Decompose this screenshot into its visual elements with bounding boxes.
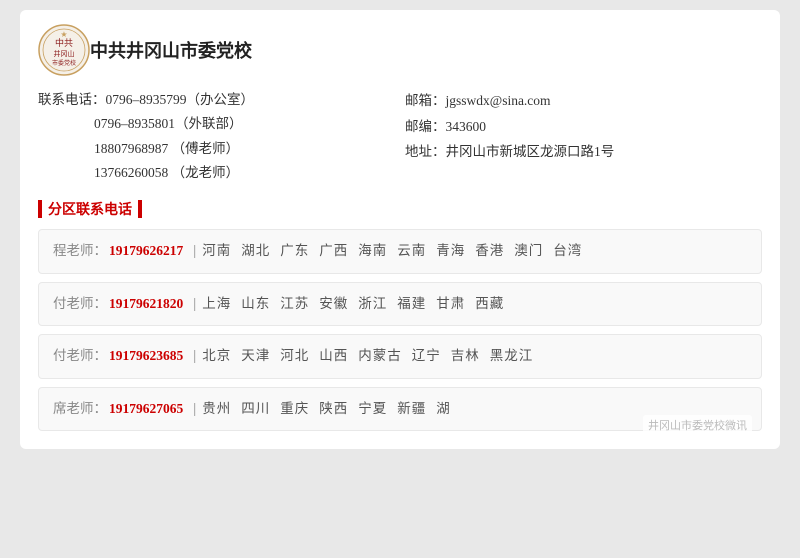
teacher-phone-2: 19179623685	[109, 346, 183, 366]
separator-3: |	[193, 398, 196, 421]
region-areas-3: 贵州四川重庆陕西宁夏新疆湖	[202, 399, 461, 419]
region-areas-1: 上海山东江苏安徽浙江福建甘肃西藏	[202, 294, 514, 314]
teacher-phone-3: 19179627065	[109, 399, 183, 419]
school-logo: 中共 井冈山 市委党校 ★	[38, 24, 90, 76]
teacher-name-2: 付老师：	[53, 346, 107, 366]
separator-2: |	[193, 345, 196, 368]
teacher-name-3: 席老师：	[53, 399, 107, 419]
contact-section: 联系电话：0796–8935799（办公室） 0796–8935801（外联部）…	[38, 88, 762, 185]
phone-line-4: 13766260058 （龙老师）	[38, 161, 395, 185]
divider-left-bar	[38, 200, 42, 218]
svg-text:井冈山: 井冈山	[54, 49, 75, 58]
section-title: 分区联系电话	[48, 199, 132, 219]
separator-1: |	[193, 293, 196, 316]
section-divider: 分区联系电话	[38, 199, 762, 219]
phone-line-1: 联系电话：0796–8935799（办公室）	[38, 88, 395, 112]
region-row-1: 付老师：19179621820 | 上海山东江苏安徽浙江福建甘肃西藏	[38, 282, 762, 327]
teacher-name-0: 程老师：	[53, 241, 107, 261]
teacher-phone-1: 19179621820	[109, 294, 183, 314]
region-rows: 程老师：19179626217 | 河南湖北广东广西海南云南青海香港澳门台湾付老师：…	[38, 229, 762, 431]
email-line: 邮箱：jgsswdx@sina.com	[405, 88, 762, 114]
contact-right: 邮箱：jgsswdx@sina.com 邮编：343600 地址：井冈山市新城区…	[395, 88, 762, 185]
zip-line: 邮编：343600	[405, 114, 762, 140]
teacher-phone-0: 19179626217	[109, 241, 183, 261]
phone-line-3: 18807968987 （傅老师）	[38, 137, 395, 161]
phone-label: 联系电话：0796–8935799（办公室）	[38, 92, 254, 107]
divider-right-bar	[138, 200, 142, 218]
header-section: 中共 井冈山 市委党校 ★ 中共井冈山市委党校	[38, 24, 762, 76]
separator-0: |	[193, 240, 196, 263]
watermark: 井冈山市委党校微讯	[643, 415, 752, 435]
school-name: 中共井冈山市委党校	[90, 37, 252, 63]
region-areas-2: 北京天津河北山西内蒙古辽宁吉林黑龙江	[202, 346, 543, 366]
address-line: 地址：井冈山市新城区龙源口路1号	[405, 139, 762, 165]
phone-line-2: 0796–8935801（外联部）	[38, 112, 395, 136]
teacher-name-1: 付老师：	[53, 294, 107, 314]
region-row-0: 程老师：19179626217 | 河南湖北广东广西海南云南青海香港澳门台湾	[38, 229, 762, 274]
contact-left: 联系电话：0796–8935799（办公室） 0796–8935801（外联部）…	[38, 88, 395, 185]
svg-text:★: ★	[60, 30, 67, 39]
region-areas-0: 河南湖北广东广西海南云南青海香港澳门台湾	[202, 241, 592, 261]
svg-text:市委党校: 市委党校	[52, 59, 76, 67]
region-row-2: 付老师：19179623685 | 北京天津河北山西内蒙古辽宁吉林黑龙江	[38, 334, 762, 379]
